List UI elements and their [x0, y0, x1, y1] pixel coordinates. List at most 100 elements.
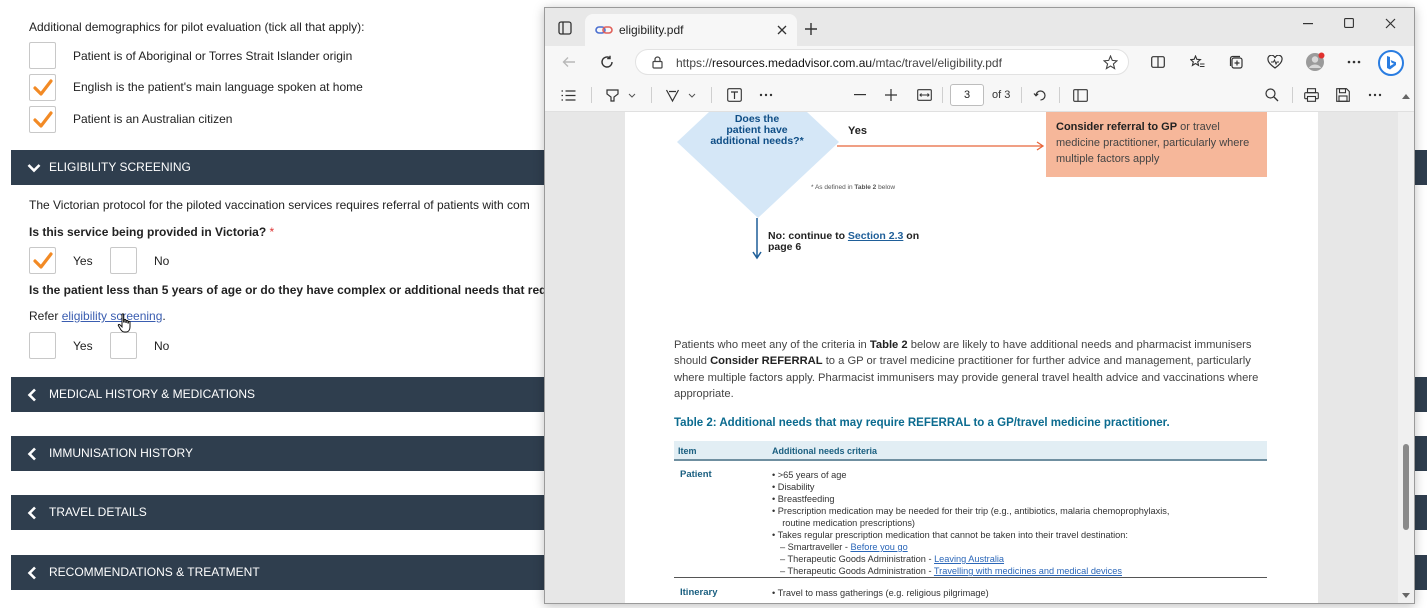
- required-marker: *: [269, 225, 275, 239]
- contents-list-icon[interactable]: [559, 87, 577, 103]
- draw-icon[interactable]: [663, 87, 681, 103]
- leaving-australia-link[interactable]: Leaving Australia: [934, 554, 1004, 564]
- lock-icon[interactable]: [650, 55, 664, 69]
- toolbar-separator: [942, 87, 943, 103]
- victoria-no-checkbox[interactable]: [110, 247, 137, 274]
- yes-label: Yes: [848, 125, 867, 137]
- sub-pre: – Smartraveller -: [780, 542, 851, 552]
- criteria-subline: – Smartraveller - Before you go: [772, 541, 1169, 553]
- travelling-with-medicines-link[interactable]: Travelling with medicines and medical de…: [934, 566, 1122, 576]
- before-you-go-link[interactable]: Before you go: [850, 542, 907, 552]
- question-victoria: Is this service being provided in Victor…: [29, 225, 274, 239]
- fit-to-width-icon[interactable]: [915, 87, 933, 103]
- favorite-star-icon[interactable]: [1102, 54, 1118, 70]
- tab-actions-icon[interactable]: [557, 20, 573, 36]
- refer-prefix: Refer: [29, 309, 59, 323]
- collections-icon[interactable]: [1227, 54, 1245, 70]
- chevron-left-icon: [27, 436, 37, 471]
- criteria-paragraph: Patients who meet any of the criteria in…: [674, 337, 1274, 403]
- page-number-input[interactable]: 3: [950, 84, 984, 106]
- settings-more-icon[interactable]: [1366, 87, 1384, 103]
- needs-yes-label: Yes: [73, 339, 93, 353]
- chevron-down-icon[interactable]: [627, 89, 637, 101]
- citizen-label: Patient is an Australian citizen: [73, 112, 233, 126]
- more-options-icon[interactable]: [1345, 54, 1363, 70]
- referral-bold: Consider referral to GP: [1056, 121, 1178, 133]
- section-title: RECOMMENDATIONS & TREATMENT: [49, 565, 260, 579]
- patient-criteria-list: • >65 years of age • Disability • Breast…: [772, 469, 1169, 577]
- search-icon[interactable]: [1263, 87, 1281, 103]
- bing-chat-icon[interactable]: [1377, 49, 1405, 77]
- citizen-checkbox[interactable]: [29, 106, 56, 133]
- back-arrow-icon[interactable]: [561, 54, 577, 70]
- rotate-icon[interactable]: [1031, 87, 1049, 103]
- page-view-icon[interactable]: [1071, 87, 1089, 103]
- victoria-yes-label: Yes: [73, 254, 93, 268]
- row-item-patient: Patient: [680, 469, 712, 480]
- referral-box: Consider referral to GP or travel medici…: [1046, 112, 1267, 177]
- english-checkbox[interactable]: [29, 74, 56, 101]
- add-text-icon[interactable]: [725, 87, 743, 103]
- chevron-down-icon[interactable]: [687, 89, 697, 101]
- pdf-scrollbar[interactable]: [1398, 93, 1414, 603]
- refresh-icon[interactable]: [599, 54, 615, 70]
- checkmark-icon: [33, 252, 53, 269]
- pdf-viewer[interactable]: Does the patient have additional needs?*…: [545, 93, 1414, 603]
- save-icon[interactable]: [1334, 87, 1352, 103]
- close-window-icon[interactable]: [1382, 15, 1398, 31]
- more-tools-icon[interactable]: [757, 87, 775, 103]
- checkmark-icon: [33, 79, 53, 96]
- tab-eligibility-pdf[interactable]: eligibility.pdf: [585, 14, 797, 46]
- page-total: of 3: [992, 89, 1011, 101]
- address-bar-row: https://resources.medadvisor.com.au/mtac…: [545, 46, 1414, 78]
- protocol-text: The Victorian protocol for the piloted v…: [29, 198, 530, 212]
- criteria-line: • Breastfeeding: [772, 494, 835, 504]
- aboriginal-label: Patient is of Aboriginal or Torres Strai…: [73, 49, 353, 63]
- screen: Additional demographics for pilot evalua…: [0, 0, 1427, 608]
- table-title: Table 2: Additional needs that may requi…: [674, 417, 1170, 429]
- scroll-down-icon[interactable]: [1401, 590, 1411, 600]
- print-icon[interactable]: [1302, 87, 1320, 103]
- browser-essentials-icon[interactable]: [1266, 54, 1284, 70]
- toolbar-separator: [591, 87, 592, 103]
- url-input[interactable]: https://resources.medadvisor.com.au/mtac…: [635, 49, 1129, 75]
- profile-avatar-icon[interactable]: [1304, 51, 1326, 73]
- yes-arrow: [837, 141, 1045, 151]
- zoom-out-icon[interactable]: [852, 87, 868, 103]
- victoria-yes-checkbox[interactable]: [29, 247, 56, 274]
- footnote-post: below: [876, 184, 896, 191]
- scroll-up-icon[interactable]: [1401, 91, 1411, 101]
- needs-yes-checkbox[interactable]: [29, 332, 56, 359]
- favorites-icon[interactable]: [1188, 54, 1206, 70]
- para-bold: Consider REFERRAL: [710, 355, 823, 368]
- tab-title: eligibility.pdf: [619, 23, 684, 37]
- url-host: resources.medadvisor.com.au: [712, 56, 873, 70]
- url-path: /mtac/travel/eligibility.pdf: [872, 56, 1002, 70]
- checkmark-icon: [33, 111, 53, 128]
- maximize-icon[interactable]: [1341, 15, 1357, 31]
- table-row-divider: [674, 577, 1267, 578]
- close-tab-icon[interactable]: [775, 23, 789, 37]
- criteria-line: • >65 years of age: [772, 470, 847, 480]
- criteria-subline: – Therapeutic Goods Administration - Tra…: [772, 565, 1169, 577]
- needs-no-checkbox[interactable]: [110, 332, 137, 359]
- column-header-criteria: Additional needs criteria: [772, 446, 878, 456]
- eligibility-screening-link[interactable]: eligibility screening: [62, 309, 163, 323]
- refer-suffix: .: [162, 309, 166, 323]
- question-additional-needs: Is the patient less than 5 years of age …: [29, 283, 569, 297]
- question-text: Is this service being provided in Victor…: [29, 225, 267, 239]
- section-2-3-link[interactable]: Section 2.3: [848, 230, 903, 242]
- split-screen-icon[interactable]: [1149, 54, 1167, 70]
- aboriginal-checkbox[interactable]: [29, 42, 56, 69]
- highlight-icon[interactable]: [603, 87, 621, 103]
- scrollbar-thumb[interactable]: [1403, 444, 1409, 530]
- new-tab-icon[interactable]: [803, 21, 819, 37]
- criteria-line: • Prescription medication may be needed …: [772, 506, 1170, 516]
- victoria-no-label: No: [154, 254, 170, 268]
- no-continue-on: on: [903, 230, 920, 242]
- english-label: English is the patient's main language s…: [73, 80, 363, 94]
- zoom-in-icon[interactable]: [883, 87, 899, 103]
- footnote-bold: Table 2: [854, 184, 877, 191]
- no-continue-page: page 6: [768, 241, 802, 253]
- minimize-icon[interactable]: [1300, 16, 1316, 32]
